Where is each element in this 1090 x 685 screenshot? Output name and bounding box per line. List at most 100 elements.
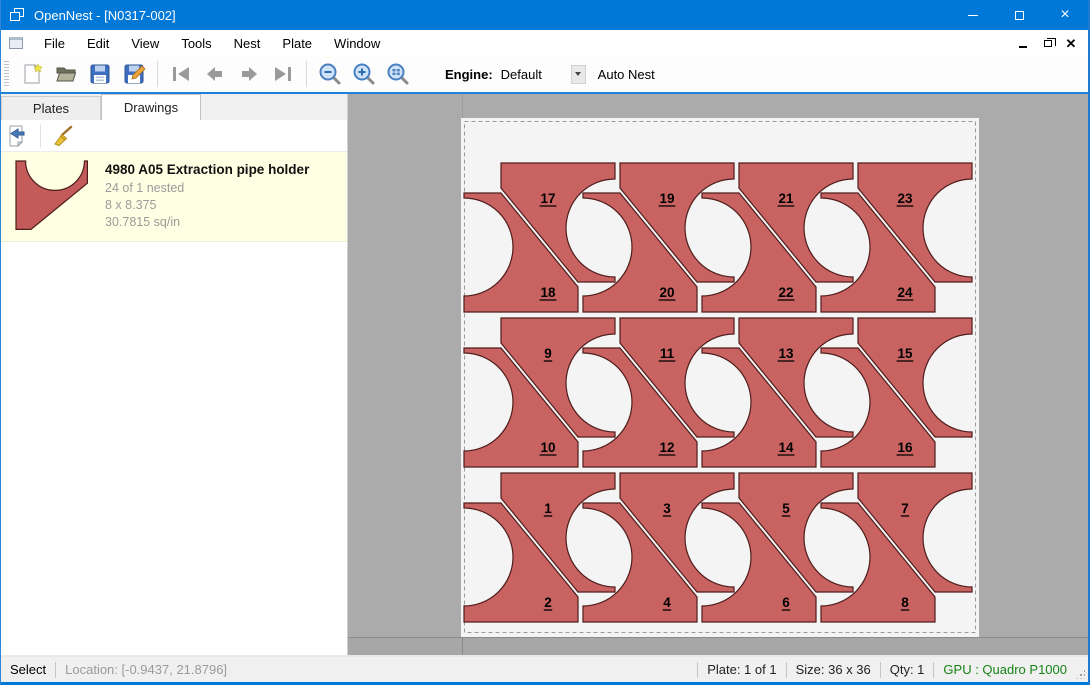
part-number-label: 3 [663,501,671,516]
part-number-label: 22 [778,285,793,300]
mdi-restore-button[interactable] [1038,35,1056,51]
status-size: Size: 36 x 36 [796,662,871,677]
tab-drawings[interactable]: Drawings [101,94,201,120]
left-panel: Plates Drawings [1,94,348,655]
go-first-button[interactable] [164,59,198,89]
toolbar: Engine: Default Auto Nest [1,56,1088,92]
mdi-minimize-button[interactable] [1014,35,1032,51]
part-number-label: 21 [778,191,794,206]
minimize-button[interactable] [950,0,996,30]
menu-edit[interactable]: Edit [76,32,120,55]
mdi-close-icon: ✕ [1066,37,1077,50]
import-drawing-icon [6,124,30,148]
drawing-list-empty-area [1,242,347,655]
app-icon [10,7,26,23]
go-next-icon [237,62,261,86]
open-button[interactable] [49,59,83,89]
save-button[interactable] [83,59,117,89]
engine-select-value[interactable]: Default [501,67,563,82]
go-next-button[interactable] [232,59,266,89]
part-number-label: 19 [659,191,674,206]
part-number-label: 17 [540,191,555,206]
menu-tools[interactable]: Tools [170,32,222,55]
new-button[interactable] [15,59,49,89]
new-document-icon [20,62,44,86]
status-divider [880,662,881,678]
part-number-label: 15 [897,346,913,361]
import-drawing-button[interactable] [1,122,35,150]
go-last-button[interactable] [266,59,300,89]
menu-nest[interactable]: Nest [223,32,272,55]
canvas-band-divider [462,638,463,655]
go-first-icon [169,62,193,86]
zoom-fit-button[interactable] [381,59,415,89]
part-number-label: 16 [897,440,913,455]
engine-label: Engine: [445,67,493,82]
status-gpu: GPU : Quadro P1000 [943,662,1067,677]
auto-nest-label[interactable]: Auto Nest [598,67,655,82]
save-as-icon [122,62,146,86]
part-number-label: 2 [544,595,552,610]
tab-plates[interactable]: Plates [1,96,101,120]
broom-icon [51,124,75,148]
mdi-document-icon[interactable] [9,37,23,49]
engine-dropdown-button[interactable] [571,65,586,84]
maximize-button[interactable] [996,0,1042,30]
mdi-restore-icon [1044,40,1052,47]
part-number-label: 10 [540,440,555,455]
clear-button[interactable] [46,122,80,150]
status-divider [55,662,56,678]
close-button[interactable]: × [1042,0,1088,30]
status-divider [697,662,698,678]
status-bar: Select Location: [-0.9437, 21.8796] Plat… [1,657,1088,682]
part-number-label: 12 [659,440,674,455]
part-thumbnail [14,160,92,234]
part-number-label: 5 [782,501,790,516]
status-divider [786,662,787,678]
mdi-minimize-icon [1019,46,1027,48]
part-number-label: 24 [897,285,913,300]
app-window: OpenNest - [N0317-002] × File Edit View … [0,0,1090,685]
zoom-fit-icon [386,62,410,86]
part-number-label: 7 [901,501,909,516]
zoom-in-button[interactable] [347,59,381,89]
zoom-out-button[interactable] [313,59,347,89]
menu-bar: File Edit View Tools Nest Plate Window ✕ [1,30,1088,56]
menu-file[interactable]: File [33,32,76,55]
toolbar-grip[interactable] [4,61,9,87]
part-number-label: 8 [901,595,909,610]
minimize-icon [968,15,978,16]
go-previous-button[interactable] [198,59,232,89]
toolbar-separator [306,61,307,87]
drawing-title: 4980 A05 Extraction pipe holder [105,162,341,177]
toolbar-separator [157,61,158,87]
menu-window[interactable]: Window [323,32,391,55]
part-number-label: 6 [782,595,790,610]
maximize-icon [1015,11,1024,20]
chevron-down-icon [575,72,581,76]
drawing-nested-count: 24 of 1 nested [105,180,341,197]
part-number-label: 1 [544,501,552,516]
part-number-label: 14 [778,440,794,455]
panel-separator [40,124,41,148]
open-folder-icon [54,62,78,86]
nest-canvas[interactable]: 171819202122232491011121314151612345678 [348,94,1088,655]
status-divider [933,662,934,678]
menu-view[interactable]: View [120,32,170,55]
zoom-in-icon [352,62,376,86]
drawing-size: 8 x 8.375 [105,197,341,214]
plate-svg: 171819202122232491011121314151612345678 [461,118,979,637]
mdi-close-button[interactable]: ✕ [1062,35,1080,51]
menu-plate[interactable]: Plate [271,32,323,55]
resize-grip[interactable] [1075,669,1085,679]
part-number-label: 20 [659,285,674,300]
window-title: OpenNest - [N0317-002] [34,8,176,23]
status-plate: Plate: 1 of 1 [707,662,776,677]
canvas-scroll-band[interactable] [348,638,1088,655]
plate-document[interactable]: 171819202122232491011121314151612345678 [461,118,979,637]
drawing-list-item[interactable]: 4980 A05 Extraction pipe holder 24 of 1 … [1,152,347,242]
part-number-label: 9 [544,346,552,361]
save-as-button[interactable] [117,59,151,89]
go-last-icon [271,62,295,86]
drawings-toolbar [1,120,347,152]
